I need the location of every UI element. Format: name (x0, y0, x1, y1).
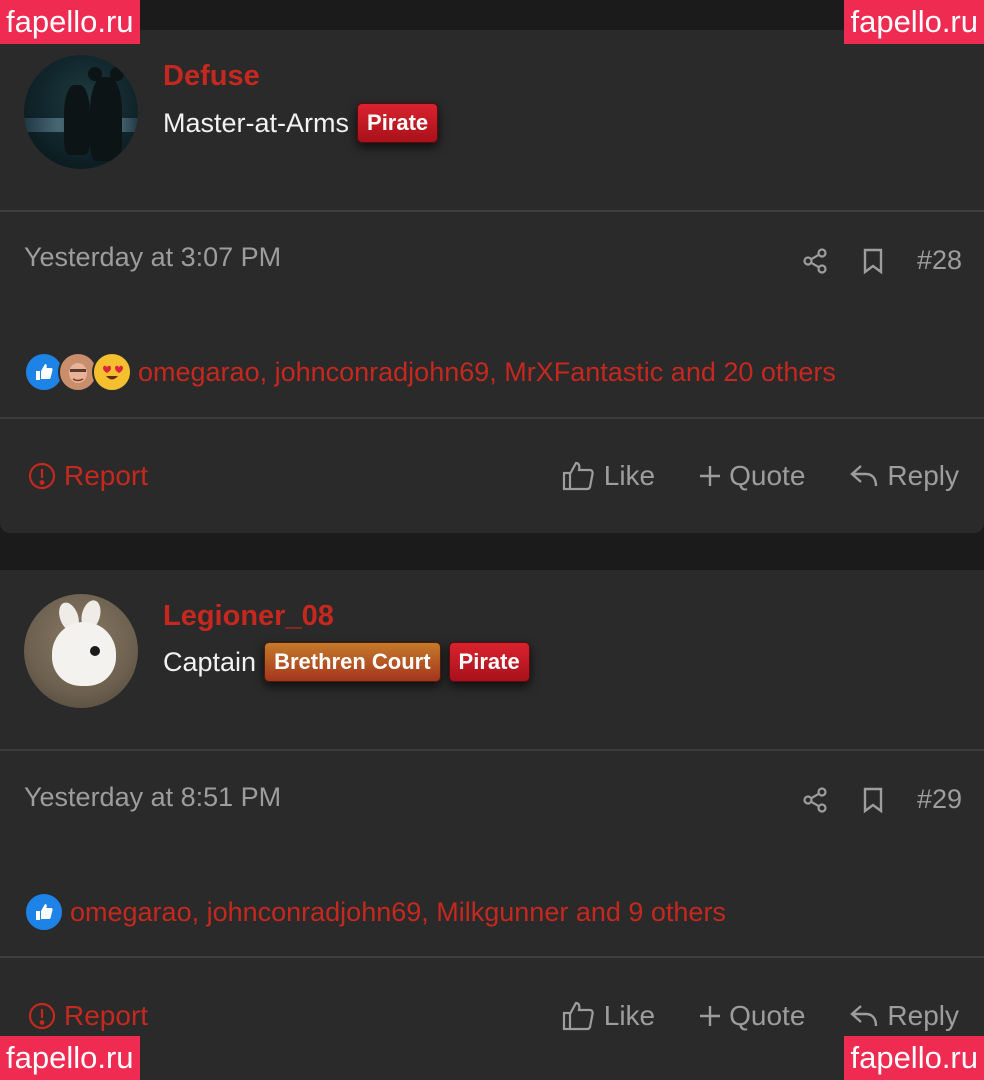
divider (0, 417, 984, 419)
like-label: Like (603, 460, 656, 491)
reply-arrow-icon (849, 463, 879, 489)
reply-button[interactable]: Reply (849, 460, 959, 492)
watermark: fapello.ru (844, 1036, 984, 1080)
like-icon (24, 892, 64, 932)
reply-label: Reply (887, 1000, 959, 1031)
like-button[interactable]: Like (562, 460, 655, 492)
user-avatar[interactable] (24, 594, 138, 708)
like-button[interactable]: Like (562, 1000, 655, 1032)
post-28: Defuse Master-at-Arms Pirate Yesterday a… (0, 30, 984, 533)
reactions-text[interactable]: omegarao, johnconradjohn69, Milkgunner a… (70, 897, 726, 928)
report-button[interactable]: Report (28, 1000, 148, 1032)
report-button[interactable]: Report (28, 460, 148, 492)
post-29: Legioner_08 Captain Brethren Court Pirat… (0, 570, 984, 1080)
user-title: Master-at-Arms (163, 107, 350, 138)
badge-pirate: Pirate (448, 642, 530, 682)
username[interactable]: Defuse (163, 60, 260, 93)
post-timestamp[interactable]: Yesterday at 3:07 PM (24, 242, 281, 273)
report-label: Report (64, 1000, 149, 1031)
reply-label: Reply (887, 460, 959, 491)
report-label: Report (64, 460, 149, 491)
thumbs-up-icon (562, 1000, 596, 1032)
badge-brethren-court: Brethren Court (264, 642, 441, 682)
reactions-summary[interactable]: omegarao, johnconradjohn69, MrXFantastic… (24, 352, 836, 392)
alert-circle-icon (28, 462, 56, 490)
quote-label: Quote (729, 460, 806, 491)
share-icon[interactable] (801, 247, 829, 275)
badge-pirate: Pirate (357, 103, 439, 143)
bookmark-icon[interactable] (861, 247, 885, 275)
user-avatar[interactable] (24, 55, 138, 169)
post-number[interactable]: #29 (917, 784, 962, 815)
alert-circle-icon (28, 1002, 56, 1030)
divider (0, 956, 984, 958)
divider (0, 210, 984, 212)
like-label: Like (603, 1000, 656, 1031)
reply-button[interactable]: Reply (849, 1000, 959, 1032)
plus-icon (699, 465, 721, 487)
quote-button[interactable]: Quote (699, 460, 805, 492)
quote-button[interactable]: Quote (699, 1000, 805, 1032)
reactions-summary[interactable]: omegarao, johnconradjohn69, Milkgunner a… (24, 892, 726, 932)
watermark: fapello.ru (0, 1036, 140, 1080)
divider (0, 749, 984, 751)
plus-icon (699, 1005, 721, 1027)
heart-eyes-emoji-icon (92, 352, 132, 392)
reactions-text[interactable]: omegarao, johnconradjohn69, MrXFantastic… (138, 357, 836, 388)
username[interactable]: Legioner_08 (163, 600, 334, 633)
watermark: fapello.ru (844, 0, 984, 44)
post-number[interactable]: #28 (917, 245, 962, 276)
watermark: fapello.ru (0, 0, 140, 44)
bookmark-icon[interactable] (861, 786, 885, 814)
reply-arrow-icon (849, 1003, 879, 1029)
thumbs-up-icon (562, 460, 596, 492)
post-timestamp[interactable]: Yesterday at 8:51 PM (24, 782, 281, 813)
user-title: Captain (163, 646, 257, 677)
quote-label: Quote (729, 1000, 806, 1031)
share-icon[interactable] (801, 786, 829, 814)
